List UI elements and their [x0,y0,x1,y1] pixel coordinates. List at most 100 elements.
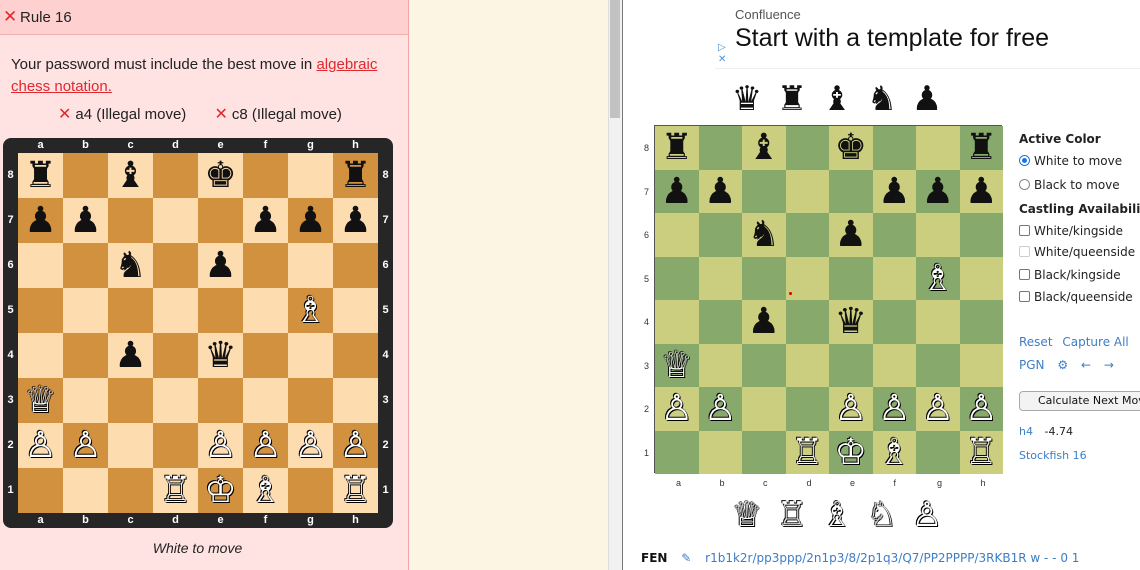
board-square[interactable] [742,430,786,474]
board-square[interactable] [742,256,786,300]
board-square[interactable] [698,343,742,387]
board-square[interactable] [872,256,916,300]
white-pawn-icon[interactable]: ♙ [699,387,743,431]
checkbox[interactable] [1019,225,1030,236]
reset-link[interactable]: Reset [1019,335,1053,349]
white-bishop-icon[interactable]: ♗ [816,496,858,534]
checkbox[interactable] [1019,269,1030,280]
white-pawn-icon[interactable]: ♙ [916,387,960,431]
board-square[interactable] [959,343,1003,387]
black-bishop-icon[interactable]: ♝ [816,80,858,118]
calculate-next-move-button[interactable]: Calculate Next Move [1019,391,1140,411]
castle-white-kingside[interactable]: White/kingside [1019,223,1140,244]
white-to-move-radio[interactable]: White to move [1019,153,1140,177]
black-pawn-icon[interactable]: ♟ [655,170,699,214]
board-square[interactable] [742,343,786,387]
board-square[interactable] [785,300,829,344]
black-to-move-radio[interactable]: Black to move [1019,177,1140,201]
black-bishop-icon[interactable]: ♝ [742,126,786,170]
board-square[interactable] [916,213,960,257]
ad-choices-icon[interactable]: ▷ [718,42,726,54]
black-pawn-icon[interactable]: ♟ [906,80,948,118]
board-square[interactable] [785,213,829,257]
board-square[interactable] [829,169,873,213]
board-square[interactable] [829,343,873,387]
board-square[interactable] [785,126,829,170]
black-rook-icon[interactable]: ♜ [771,80,813,118]
black-rook-icon[interactable]: ♜ [960,126,1004,170]
arrow-right-icon[interactable]: → [1104,358,1114,372]
white-pawn-icon[interactable]: ♙ [873,387,917,431]
gear-icon[interactable]: ⚙ [1057,358,1068,372]
board-square[interactable] [785,169,829,213]
white-king-icon[interactable]: ♔ [829,431,873,475]
black-king-icon[interactable]: ♚ [829,126,873,170]
board-square[interactable] [742,169,786,213]
black-pawn-icon[interactable]: ♟ [742,300,786,344]
board-square[interactable] [872,343,916,387]
white-pawn-icon[interactable]: ♙ [829,387,873,431]
black-queen-icon[interactable]: ♛ [726,80,768,118]
white-pawn-icon[interactable]: ♙ [906,496,948,534]
board-square[interactable] [916,126,960,170]
radio-selected-icon[interactable] [1019,155,1030,166]
radio-unselected-icon[interactable] [1019,179,1030,190]
engine-name-link[interactable]: Stockfish 16 [1019,449,1087,462]
board-square[interactable] [916,300,960,344]
board-square[interactable] [742,387,786,431]
black-pawn-icon[interactable]: ♟ [829,213,873,257]
castle-black-queenside[interactable]: Black/queenside [1019,289,1140,313]
ad-title[interactable]: Start with a template for free [735,24,1049,53]
arrow-left-icon[interactable]: ← [1081,358,1091,372]
checkbox[interactable] [1019,291,1030,302]
scrollbar-thumb[interactable] [610,0,620,118]
board-square[interactable] [655,213,699,257]
edit-icon[interactable]: ✎ [681,551,691,565]
white-rook-icon[interactable]: ♖ [960,431,1004,475]
black-rook-icon[interactable]: ♜ [655,126,699,170]
board-square[interactable] [959,256,1003,300]
board-square[interactable] [785,343,829,387]
board-square[interactable] [916,343,960,387]
white-queen-icon[interactable]: ♕ [726,496,768,534]
pgn-link[interactable]: PGN [1019,358,1045,372]
black-pawn-icon[interactable]: ♟ [960,170,1004,214]
fen-value[interactable]: r1b1k2r/pp3ppp/2n1p3/8/2p1q3/Q7/PP2PPPP/… [705,551,1079,565]
white-pawn-icon[interactable]: ♙ [655,387,699,431]
board-square[interactable] [872,300,916,344]
board-square[interactable] [698,126,742,170]
board-square[interactable] [916,430,960,474]
castle-black-kingside[interactable]: Black/kingside [1019,267,1140,289]
best-move-link[interactable]: h4 [1019,425,1033,438]
black-pawn-icon[interactable]: ♟ [699,170,743,214]
board-square[interactable] [655,430,699,474]
board-square[interactable] [698,213,742,257]
black-pawn-icon[interactable]: ♟ [916,170,960,214]
board-square[interactable] [698,430,742,474]
white-rook-icon[interactable]: ♖ [786,431,830,475]
white-queen-icon[interactable]: ♕ [655,344,699,388]
board-square[interactable] [698,256,742,300]
black-knight-icon[interactable]: ♞ [742,213,786,257]
ad-subtitle[interactable]: Confluence [735,7,801,22]
ad-close-icon[interactable]: ✕ [718,54,726,66]
board-square[interactable] [785,256,829,300]
black-pawn-icon[interactable]: ♟ [873,170,917,214]
board-square[interactable] [785,387,829,431]
white-bishop-icon[interactable]: ♗ [873,431,917,475]
ad-choices[interactable]: ▷ ✕ [718,42,726,66]
white-pawn-icon[interactable]: ♙ [960,387,1004,431]
board-square[interactable] [829,256,873,300]
white-rook-icon[interactable]: ♖ [771,496,813,534]
board-square[interactable] [655,300,699,344]
board-square[interactable] [872,126,916,170]
board-square[interactable] [655,256,699,300]
board-square[interactable] [698,300,742,344]
white-bishop-icon[interactable]: ♗ [916,257,960,301]
board-square[interactable] [959,300,1003,344]
black-knight-icon[interactable]: ♞ [861,80,903,118]
capture-all-link[interactable]: Capture All [1062,335,1128,349]
analysis-chess-board[interactable]: ♜ ♝ ♚ ♜ ♟ ♟ ♟ ♟ ♟ ♞ ♟ ♗ ♟ ♛ ♕ ♙ ♙ ♙ ♙ ♙ ♙ ♖ ♔ ♗ ♖ [654,125,1004,475]
white-knight-icon[interactable]: ♘ [861,496,903,534]
black-queen-icon[interactable]: ♛ [829,300,873,344]
